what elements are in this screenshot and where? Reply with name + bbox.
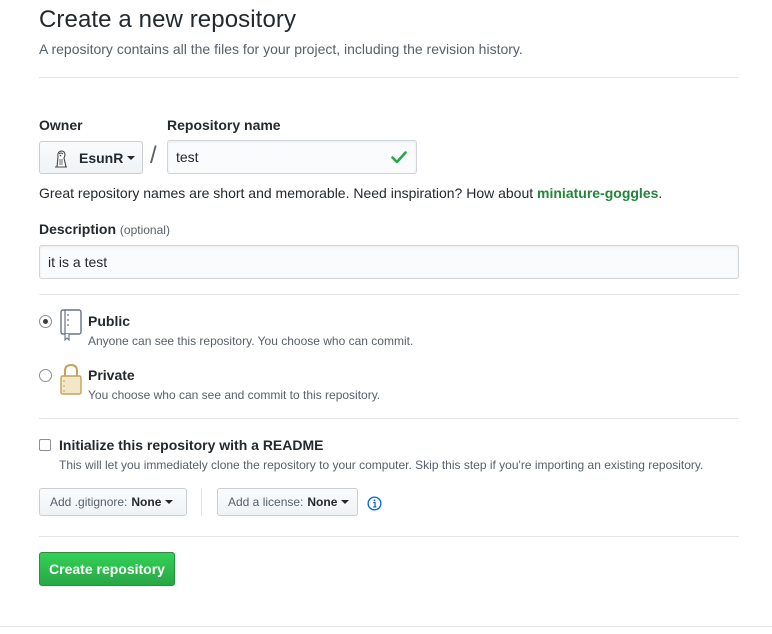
- gitignore-label: Add .gitignore:: [50, 495, 128, 509]
- owner-repo-separator: /: [150, 142, 157, 169]
- description-value: it is a test: [48, 254, 108, 270]
- create-repository-page: Create a new repository A repository con…: [0, 0, 772, 634]
- public-title: Public: [88, 313, 131, 329]
- repository-name-value: test: [176, 149, 199, 165]
- info-icon[interactable]: [367, 496, 382, 511]
- readme-checkbox[interactable]: [39, 439, 51, 451]
- private-title: Private: [88, 367, 135, 383]
- public-radio[interactable]: [39, 315, 52, 328]
- check-icon: [391, 151, 407, 164]
- header-divider: [39, 77, 739, 78]
- readme-description: This will let you immediately clone the …: [59, 458, 704, 472]
- repo-icon: [60, 309, 82, 341]
- chevron-down-icon: [341, 500, 350, 504]
- lock-icon: [60, 363, 82, 395]
- page-subtitle: A repository contains all the files for …: [39, 41, 523, 57]
- repository-name-input[interactable]: test: [167, 140, 417, 174]
- private-description: You choose who can see and commit to thi…: [88, 388, 381, 402]
- name-suggestion-hint: Great repository names are short and mem…: [39, 185, 662, 201]
- description-input[interactable]: it is a test: [39, 245, 739, 279]
- hint-end: .: [658, 185, 663, 201]
- repository-name-label: Repository name: [167, 117, 281, 133]
- license-dropdown-button[interactable]: Add a license: None: [217, 488, 358, 516]
- hint-text: Great repository names are short and mem…: [39, 185, 538, 201]
- owner-label: Owner: [39, 117, 83, 133]
- description-divider: [39, 294, 739, 295]
- private-radio[interactable]: [39, 369, 52, 382]
- create-repository-button[interactable]: Create repository: [39, 552, 175, 586]
- description-label-text: Description: [39, 221, 117, 237]
- public-description: Anyone can see this repository. You choo…: [88, 334, 414, 348]
- owner-dropdown-button[interactable]: EsunR: [39, 141, 143, 174]
- readme-title: Initialize this repository with a README: [59, 437, 324, 453]
- license-value: None: [307, 495, 338, 509]
- gitignore-value: None: [131, 495, 162, 509]
- visibility-divider: [39, 418, 739, 419]
- gitignore-dropdown-button[interactable]: Add .gitignore: None: [39, 488, 187, 516]
- footer-divider: [0, 626, 772, 627]
- license-label: Add a license:: [228, 495, 304, 509]
- select-divider: [201, 488, 202, 516]
- description-label: Description (optional): [39, 221, 170, 237]
- page-title: Create a new repository: [39, 6, 297, 33]
- suggested-name-link[interactable]: miniature-goggles: [537, 185, 658, 201]
- owner-avatar-icon: [55, 149, 67, 168]
- chevron-down-icon: [127, 155, 136, 160]
- chevron-down-icon: [165, 500, 174, 504]
- description-optional-tag: (optional): [119, 223, 170, 237]
- owner-name: EsunR: [79, 149, 124, 166]
- init-divider: [39, 536, 739, 537]
